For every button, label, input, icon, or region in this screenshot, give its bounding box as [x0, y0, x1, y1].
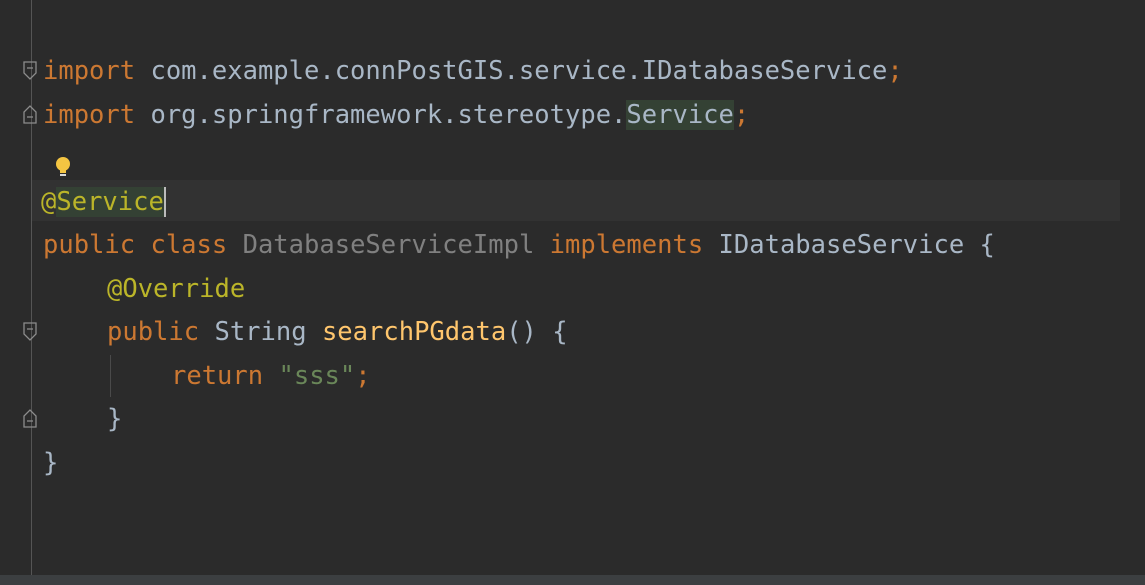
keyword: import [43, 56, 136, 86]
lightbulb-icon[interactable] [52, 155, 74, 179]
string-literal: "sss" [278, 361, 356, 391]
code-editor[interactable]: import com.example.connPostGIS.service.I… [0, 0, 1145, 585]
indent-guide [110, 355, 111, 397]
package-path: com.example.connPostGIS.service.IDatabas… [135, 56, 888, 86]
highlighted-class-name: Service [626, 100, 734, 130]
method-name: searchPGdata [321, 317, 507, 347]
keyword: public [43, 230, 136, 260]
package-path: org.springframework.stereotype. [135, 100, 627, 130]
text-caret [163, 187, 166, 217]
keyword: import [43, 100, 136, 130]
current-line-highlight [32, 180, 1120, 221]
keyword: implements [534, 230, 704, 260]
class-close-brace[interactable]: } [43, 448, 58, 478]
semicolon: ; [887, 56, 903, 86]
semicolon: ; [733, 100, 750, 130]
annotation-name: Service [56, 187, 164, 217]
gutter-divider [31, 0, 32, 575]
brace: } [107, 404, 123, 434]
return-type: String [199, 317, 322, 347]
annotation-line[interactable]: @Service [41, 187, 166, 217]
fold-end-icon[interactable] [22, 408, 38, 428]
keyword: public [107, 317, 200, 347]
method-close-brace[interactable]: } [107, 404, 122, 434]
import-line[interactable]: import org.springframework.stereotype.Se… [43, 100, 749, 130]
return-statement[interactable]: return "sss"; [171, 361, 371, 391]
semicolon: ; [355, 361, 371, 391]
bottom-scrollbar-area[interactable] [0, 575, 1145, 585]
override-annotation[interactable]: @Override [107, 274, 245, 304]
class-name: DatabaseServiceImpl [227, 230, 535, 260]
annotation-at: @ [41, 187, 57, 217]
fold-end-icon[interactable] [22, 104, 38, 124]
keyword: return [171, 361, 264, 391]
brace: } [43, 448, 59, 478]
import-line[interactable]: import com.example.connPostGIS.service.I… [43, 56, 903, 86]
keyword: class [135, 230, 228, 260]
class-declaration[interactable]: public class DatabaseServiceImpl impleme… [43, 230, 995, 260]
fold-icon[interactable] [22, 61, 38, 81]
method-params: () { [506, 317, 568, 347]
annotation-name: @Override [107, 274, 246, 304]
fold-icon[interactable] [22, 322, 38, 342]
method-declaration[interactable]: public String searchPGdata() { [107, 317, 568, 347]
interface-name: IDatabaseService { [703, 230, 995, 260]
